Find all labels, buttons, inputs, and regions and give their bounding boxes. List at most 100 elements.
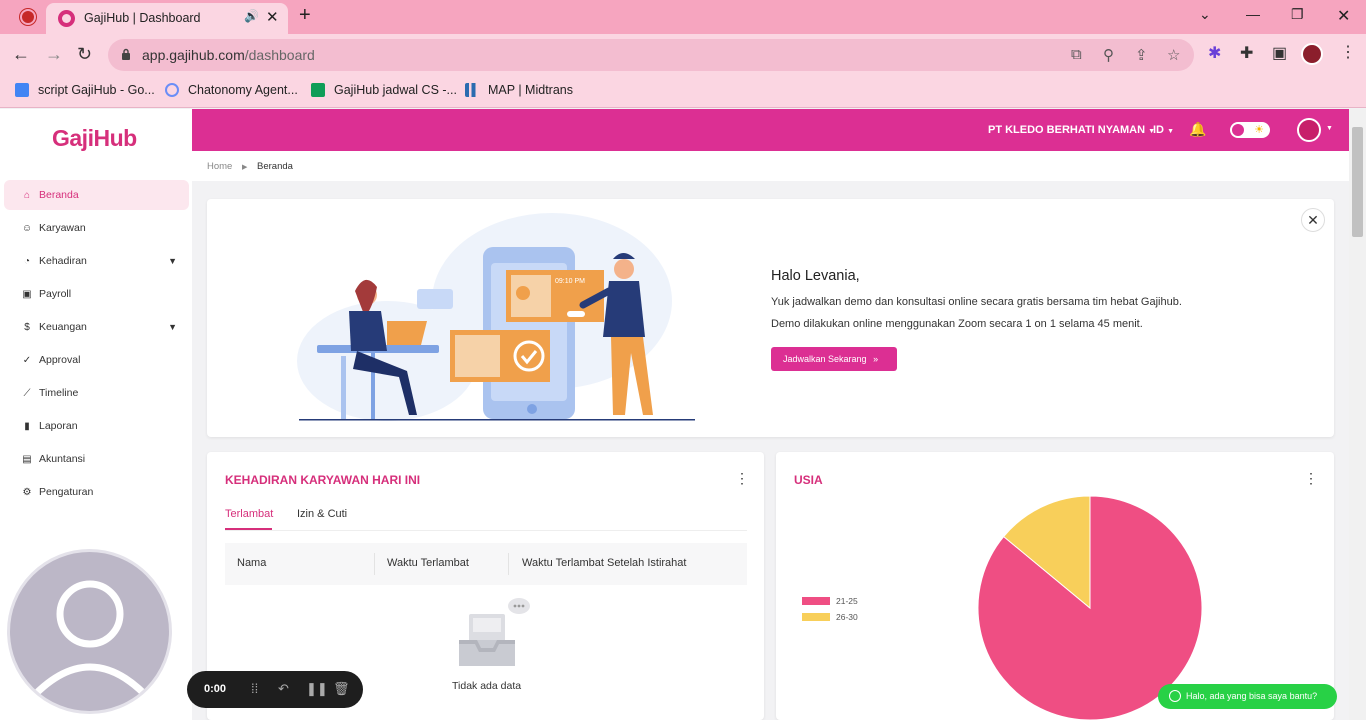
sidebar-item-karyawan[interactable]: ☺ Karyawan [4, 213, 189, 243]
whatsapp-icon [1169, 690, 1181, 702]
lock-icon [122, 48, 130, 60]
column-divider [508, 553, 509, 575]
sidebar-item-label: Laporan [39, 420, 78, 432]
bookmark-item[interactable]: MAP | Midtrans [465, 83, 573, 97]
column-header-waktu-terlambat[interactable]: Waktu Terlambat [387, 557, 469, 569]
extensions-puzzle-icon[interactable]: ✚ [1240, 43, 1253, 63]
recording-indicator-icon [22, 11, 34, 23]
tab-search-chevron-icon[interactable]: ⌄ [1199, 6, 1211, 23]
bookmark-item[interactable]: Chatonomy Agent... [165, 83, 298, 97]
sun-icon: ☀ [1254, 124, 1264, 136]
notification-bell-icon[interactable]: 🔔 [1189, 121, 1206, 138]
company-name: PT KLEDO BERHATI NYAMAN [988, 124, 1146, 136]
age-chart-menu-icon[interactable]: ⋮ [1304, 470, 1318, 487]
attendance-menu-icon[interactable]: ⋮ [735, 470, 749, 487]
language-switcher[interactable]: ID ▼ [1153, 124, 1174, 136]
tab-izin-cuti[interactable]: Izin & Cuti [297, 508, 347, 520]
trash-icon[interactable]: 🗑 [333, 681, 350, 697]
chevron-right-icon: ▶ [241, 164, 248, 171]
column-header-nama[interactable]: Nama [237, 557, 266, 569]
bookmarks-bar: script GajiHub - Go... Chatonomy Agent..… [0, 76, 1366, 108]
home-icon: ⌂ [23, 189, 31, 201]
chevron-down-icon: ▼ [168, 322, 177, 332]
back-icon[interactable]: ← [12, 44, 30, 65]
chatonomy-icon [165, 83, 179, 97]
money-icon: $ [24, 321, 30, 333]
scrollbar-thumb[interactable] [1352, 127, 1363, 237]
sidebar-item-pengaturan[interactable]: ⚙ Pengaturan [4, 477, 189, 507]
ledger-icon: ▤ [22, 453, 32, 465]
share-icon[interactable]: ⇪ [1135, 46, 1148, 64]
pause-icon[interactable]: ❚❚ [306, 681, 328, 697]
bookmark-item[interactable]: script GajiHub - Go... [15, 83, 155, 97]
legend-label: 26-30 [836, 612, 858, 622]
app-header: PT KLEDO BERHATI NYAMAN ▼ ID ▼ 🔔 ☀ ▼ [192, 109, 1349, 151]
zoom-icon[interactable]: ⚲ [1103, 46, 1114, 64]
sidebar-item-label: Karyawan [39, 222, 86, 234]
bookmark-label: Chatonomy Agent... [188, 83, 298, 97]
browser-profile-avatar[interactable] [1301, 43, 1323, 65]
new-tab-icon[interactable]: + [299, 4, 311, 27]
sidebar-item-beranda[interactable]: ⌂ Beranda [4, 180, 189, 210]
sidebar-item-label: Payroll [39, 288, 72, 300]
whatsapp-label: Halo, ada yang bisa saya bantu? [1186, 691, 1318, 701]
browser-tab[interactable]: GajiHub | Dashboard 🔊 ✕ [46, 3, 288, 34]
url-text[interactable]: app.gajihub.com/dashboard [142, 47, 315, 63]
theme-toggle[interactable]: ☀ [1230, 122, 1270, 138]
tabs-divider [225, 530, 747, 531]
sidebar-item-label: Beranda [39, 189, 79, 201]
browser-menu-icon[interactable]: ⋮ [1340, 42, 1356, 62]
midtrans-icon [465, 83, 479, 97]
sidebar-item-keuangan[interactable]: $ Keuangan ▼ [4, 312, 189, 342]
drag-handle-icon[interactable]: ⁞⁞ [251, 681, 258, 696]
restore-icon[interactable]: ❐ [1291, 6, 1304, 23]
column-header-terlambat-istirahat[interactable]: Waktu Terlambat Setelah Istirahat [522, 557, 686, 569]
banner-close-button[interactable]: ✕ [1301, 208, 1325, 232]
docs-icon [15, 83, 29, 97]
page-scrollbar[interactable] [1349, 109, 1366, 720]
bookmark-item[interactable]: GajiHub jadwal CS -... [311, 83, 457, 97]
whatsapp-chat-button[interactable]: Halo, ada yang bisa saya bantu? [1158, 684, 1337, 709]
age-chart-card: USIA ⋮ 21-25 26-30 [776, 452, 1334, 720]
tab-terlambat[interactable]: Terlambat [225, 508, 273, 520]
gajihub-logo[interactable]: GajiHub [52, 125, 137, 152]
chevron-down-icon: ▼ [1167, 128, 1174, 135]
sidebar-item-payroll[interactable]: ▣ Payroll [4, 279, 189, 309]
sidebar-item-kehadiran[interactable]: ◔ Kehadiran ▼ [4, 246, 189, 276]
webcam-bubble[interactable] [7, 549, 172, 714]
user-avatar[interactable] [1297, 118, 1321, 142]
demo-illustration: 09:10 PM [297, 213, 695, 421]
legend-item[interactable]: 21-25 [802, 596, 858, 606]
bookmark-star-icon[interactable]: ☆ [1167, 46, 1180, 64]
sidebar-item-laporan[interactable]: ▮ Laporan [4, 411, 189, 441]
sidebar-item-akuntansi[interactable]: ▤ Akuntansi [4, 444, 189, 474]
reload-icon[interactable]: ↻ [77, 44, 92, 65]
legend-swatch [802, 613, 830, 621]
breadcrumb-bar: Home ▶ Beranda [192, 151, 1349, 181]
chevron-down-icon: ▼ [168, 256, 177, 266]
attendance-title: KEHADIRAN KARYAWAN HARI INI [225, 473, 421, 487]
sidebar-item-timeline[interactable]: ⟋ Timeline [4, 378, 189, 408]
chevron-down-icon[interactable]: ▼ [1326, 125, 1333, 132]
open-in-app-icon[interactable]: ⧉ [1071, 46, 1082, 63]
gajihub-favicon-icon [58, 10, 75, 27]
company-switcher[interactable]: PT KLEDO BERHATI NYAMAN ▼ [988, 124, 1155, 136]
bookmark-label: GajiHub jadwal CS -... [334, 83, 457, 97]
sidebar-item-approval[interactable]: ✓ Approval [4, 345, 189, 375]
address-bar[interactable]: app.gajihub.com/dashboard ⧉ ⚲ ⇪ ☆ [108, 39, 1194, 71]
sidebar-item-label: Approval [39, 354, 81, 366]
undo-icon[interactable]: ↶ [278, 681, 289, 697]
speaker-icon[interactable]: 🔊 [244, 9, 259, 23]
banner-message-2: Demo dilakukan online menggunakan Zoom s… [771, 318, 1143, 330]
extension-flower-icon[interactable]: ✱ [1208, 43, 1221, 63]
legend-item[interactable]: 26-30 [802, 612, 858, 622]
window-close-icon[interactable]: ✕ [1337, 6, 1350, 26]
minimize-icon[interactable]: — [1246, 6, 1260, 22]
gear-icon: ⚙ [22, 486, 32, 498]
breadcrumb-home[interactable]: Home [207, 161, 232, 172]
side-panel-icon[interactable]: ▣ [1272, 43, 1287, 63]
forward-icon[interactable]: → [45, 44, 63, 65]
legend-swatch [802, 597, 830, 605]
tab-close-icon[interactable]: ✕ [266, 8, 279, 26]
schedule-demo-button[interactable]: Jadwalkan Sekarang » [771, 347, 897, 371]
